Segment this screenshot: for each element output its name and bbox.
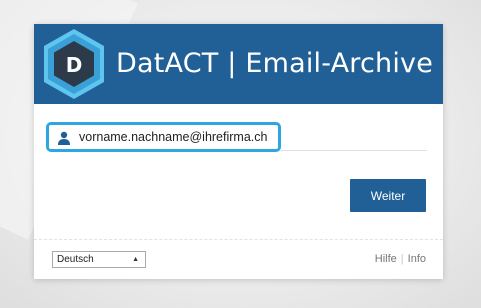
datact-logo: D	[44, 29, 104, 99]
help-link[interactable]: Hilfe	[375, 253, 397, 265]
email-input[interactable]	[79, 128, 284, 146]
email-underline	[281, 150, 427, 151]
next-button[interactable]: Weiter	[350, 179, 426, 212]
email-field[interactable]	[46, 122, 284, 152]
app-header: D DatACT | Email-Archive	[34, 24, 443, 104]
user-icon	[58, 131, 70, 145]
footer-divider	[34, 239, 443, 240]
language-select[interactable]: Deutsch ▲	[52, 251, 146, 268]
footer-separator: |	[400, 253, 404, 265]
language-selected-value: Deutsch	[57, 254, 94, 265]
info-link[interactable]: Info	[408, 253, 426, 265]
login-card: D DatACT | Email-Archive Weiter Deutsch …	[34, 24, 443, 279]
app-title: DatACT | Email-Archive	[116, 48, 434, 79]
caret-up-icon: ▲	[132, 256, 139, 263]
logo-letter: D	[66, 53, 83, 77]
footer-links: Hilfe | Info	[375, 253, 426, 265]
